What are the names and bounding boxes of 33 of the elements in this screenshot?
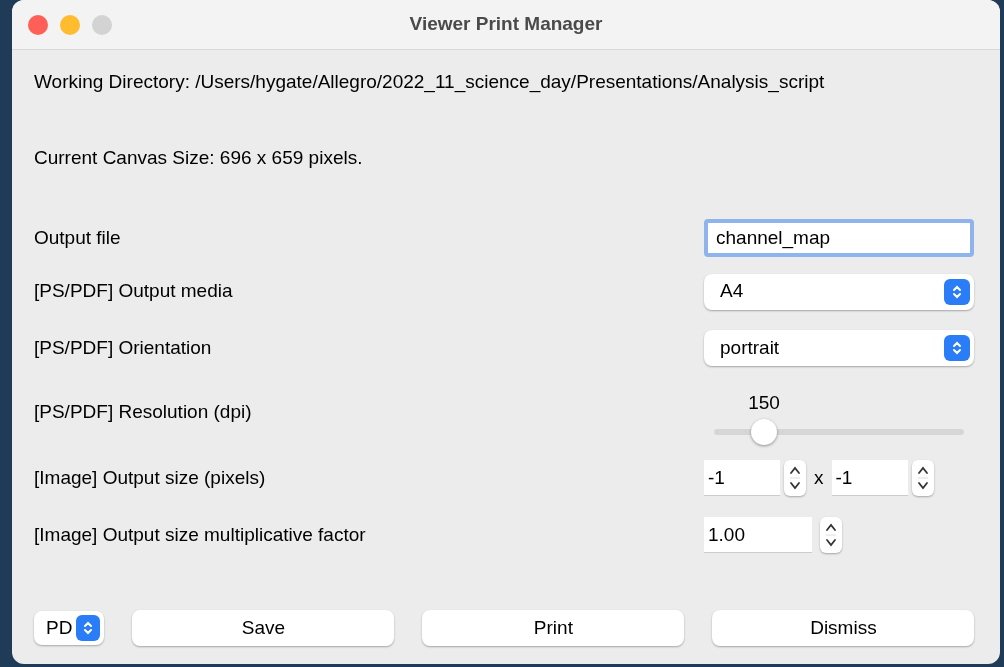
close-button[interactable]	[28, 14, 48, 35]
field-label: [Image] Output size (pixels)	[34, 465, 266, 490]
chevron-updown-icon	[951, 283, 963, 300]
slider-value: 150	[748, 391, 780, 415]
text-field[interactable]: channel_map	[704, 219, 974, 257]
stepper-button[interactable]	[820, 517, 842, 553]
number-field[interactable]: -1	[704, 460, 780, 496]
chevron-updown-icon	[951, 340, 963, 356]
dialog-button[interactable]: Save	[132, 610, 395, 646]
stepper-button[interactable]	[784, 460, 806, 496]
slider-thumb[interactable]	[751, 419, 777, 445]
dropdown[interactable]: A4	[704, 273, 974, 310]
field-label: Output file	[34, 225, 121, 250]
field-label: [PS/PDF] Resolution (dpi)	[34, 399, 252, 424]
dialog-button[interactable]: Dismiss	[712, 610, 975, 646]
window-title: Viewer Print Manager	[409, 12, 603, 37]
stepper-button[interactable]	[911, 460, 934, 496]
info-text: Working Directory: /Users/hygate/Allegro/2022_11_science_day/Presentations/Analysis_script	[34, 71, 825, 92]
minimize-button[interactable]	[60, 14, 80, 35]
number-field[interactable]: -1	[831, 460, 908, 496]
times-label: x	[814, 465, 824, 490]
field-label: [PS/PDF] Output media	[34, 279, 233, 304]
chevron-updown-icon	[916, 464, 929, 492]
dropdown[interactable]: portrait	[704, 330, 974, 366]
format-dropdown[interactable]: PD	[34, 611, 105, 645]
chevron-updown-icon	[789, 464, 801, 492]
field-label: [Image] Output size multiplicative factor	[34, 522, 366, 547]
chevron-updown-icon	[825, 521, 837, 549]
field-label: [PS/PDF] Orientation	[34, 335, 212, 360]
dialog-button[interactable]: Print	[422, 610, 685, 646]
info-text: Current Canvas Size: 696 x 659 pixels.	[34, 147, 363, 168]
number-field[interactable]: 1.00	[704, 517, 812, 553]
chevron-updown-icon	[82, 620, 95, 636]
